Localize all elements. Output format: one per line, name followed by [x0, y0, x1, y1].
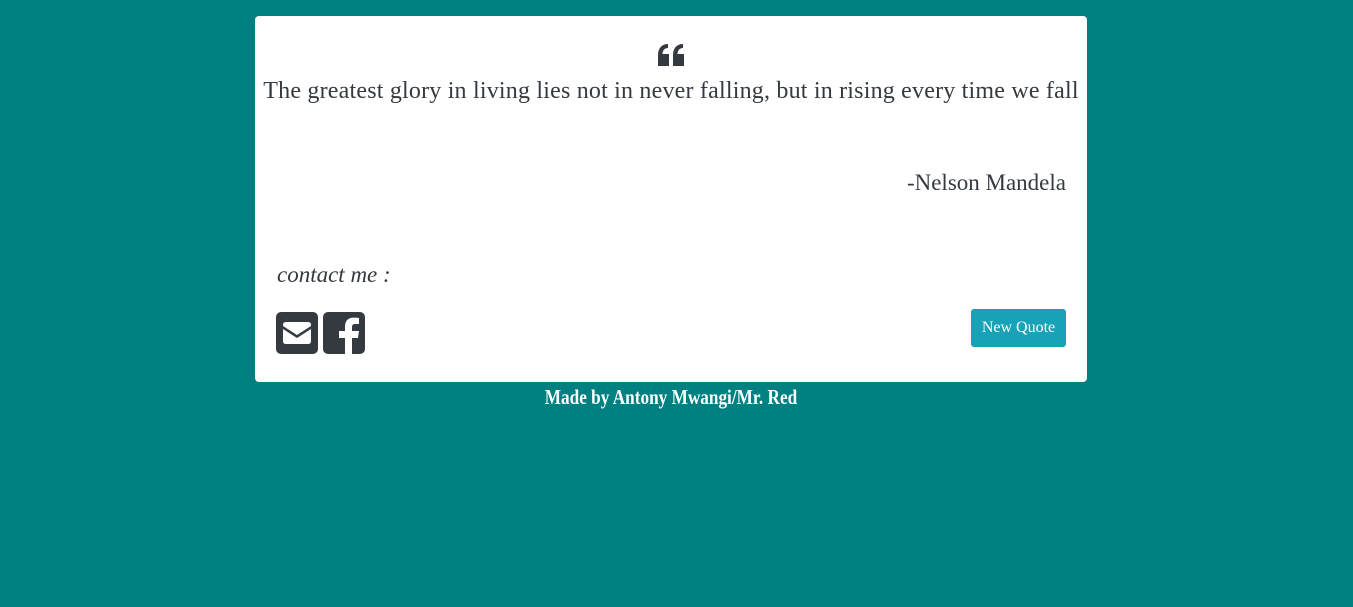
quote-author: -Nelson Mandela — [906, 170, 1066, 195]
contact-label: contact me : — [277, 262, 391, 287]
quote-text: The greatest glory in living lies not in… — [263, 78, 1079, 104]
quote-card: The greatest glory in living lies not in… — [255, 16, 1087, 382]
quote-left-icon — [658, 44, 684, 66]
facebook-square-icon[interactable] — [323, 312, 365, 354]
envelope-square-icon[interactable] — [276, 312, 318, 354]
new-quote-button[interactable]: New Quote — [971, 309, 1066, 347]
footer-credit: Made by Antony Mwangi/Mr. Red — [544, 385, 798, 409]
